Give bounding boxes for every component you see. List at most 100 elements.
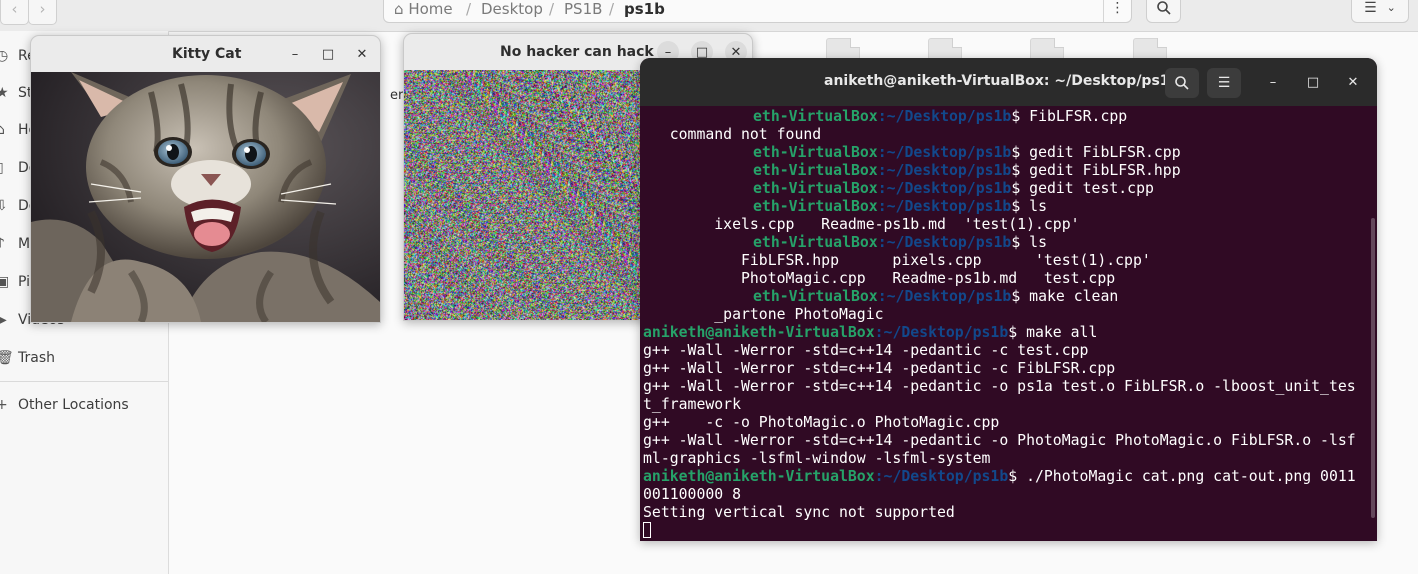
prompt-user: aniketh@aniketh-VirtualBox — [643, 468, 875, 485]
documents-icon: ▯ — [0, 160, 12, 176]
prompt-user: eth-VirtualBox — [753, 288, 878, 305]
prompt-path: :~/Desktop/ps1b — [877, 234, 1012, 251]
maximize-icon: □ — [321, 46, 335, 62]
close-icon: ✕ — [356, 46, 368, 62]
breadcrumb-ps1b-upper[interactable]: PS1B — [564, 0, 602, 18]
prompt-command: $ gedit test.cpp — [1011, 180, 1154, 197]
window-title: Kitty Cat — [172, 46, 242, 62]
terminal-line: g++ -Wall -Werror -std=c++14 -pedantic -… — [643, 342, 1373, 360]
chevron-left-icon: ‹ — [11, 0, 18, 18]
path-bar: ⌂ Home / Desktop / PS1B / ps1b ⋮ — [383, 0, 1132, 23]
terminal-line: ml-graphics -lsfml-window -lsfml-system — [643, 450, 1373, 468]
close-button[interactable]: ✕ — [1341, 70, 1365, 94]
terminal-line: aniketh@aniketh-VirtualBox:~/Desktop/ps1… — [643, 468, 1373, 486]
back-button[interactable]: ‹ — [0, 0, 29, 25]
output-text: command not found — [643, 126, 822, 143]
kitten-image — [31, 72, 380, 322]
maximize-button[interactable]: □ — [1301, 70, 1325, 94]
file-label: er — [390, 88, 404, 103]
prompt-command: $ ls — [1011, 234, 1047, 251]
terminal-line: 001100000 8 — [643, 486, 1373, 504]
maximize-icon: □ — [1306, 74, 1320, 90]
minimize-icon: – — [291, 46, 299, 62]
hamburger-menu-icon: ☰ — [1217, 75, 1231, 91]
search-icon — [1156, 0, 1171, 15]
breadcrumb-separator: / — [609, 0, 615, 18]
prompt-path: :~/Desktop/ps1b — [877, 108, 1012, 125]
kitty-titlebar[interactable]: Kitty Cat – □ ✕ — [31, 36, 380, 72]
prompt-path: :~/Desktop/ps1b — [874, 324, 1009, 341]
terminal-scrollbar[interactable] — [1371, 218, 1375, 518]
kebab-menu-icon: ⋮ — [1110, 0, 1125, 16]
prompt-user: aniketh@aniketh-VirtualBox — [643, 324, 875, 341]
prompt-command: $ make clean — [1011, 288, 1119, 305]
close-button[interactable]: ✕ — [350, 42, 374, 66]
download-icon: ⇩ — [0, 197, 8, 214]
minimize-icon: – — [1269, 74, 1277, 90]
path-menu-button[interactable]: ⋮ — [1103, 0, 1131, 22]
terminal-line: eth-VirtualBox:~/Desktop/ps1b$ gedit Fib… — [643, 162, 1373, 180]
breadcrumb-ps1b-current[interactable]: ps1b — [624, 0, 665, 18]
minimize-button[interactable]: – — [1261, 70, 1285, 94]
breadcrumb-home[interactable]: ⌂ Home — [394, 0, 453, 18]
terminal-line: eth-VirtualBox:~/Desktop/ps1b$ FibLFSR.c… — [643, 108, 1373, 126]
prompt-user: eth-VirtualBox — [753, 234, 878, 251]
prompt-command: $ ./PhotoMagic cat.png cat-out.png 0011 — [1008, 468, 1356, 485]
prompt-command: $ gedit FibLFSR.cpp — [1011, 144, 1181, 161]
sidebar-item-trash[interactable]: 🗑 Trash — [0, 339, 168, 376]
prompt-path: :~/Desktop/ps1b — [877, 162, 1012, 179]
prompt-path: :~/Desktop/ps1b — [877, 144, 1012, 161]
terminal-line: eth-VirtualBox:~/Desktop/ps1b$ make clea… — [643, 288, 1373, 306]
sidebar-item-other-locations[interactable]: + Other Locations — [0, 386, 168, 423]
maximize-button[interactable]: □ — [316, 42, 340, 66]
prompt-path: :~/Desktop/ps1b — [877, 288, 1012, 305]
close-icon: ✕ — [1347, 74, 1359, 90]
list-view-icon: ☰ — [1364, 0, 1377, 16]
window-title: aniketh@aniketh-VirtualBox: ~/Desktop/ps… — [824, 73, 1180, 89]
terminal-menu-button[interactable]: ☰ — [1207, 68, 1241, 98]
chevron-down-icon: ⌄ — [1386, 1, 1396, 14]
trash-icon: 🗑 — [0, 349, 14, 366]
output-text: _partone PhotoMagic — [643, 306, 884, 323]
output-text: g++ -Wall -Werror -std=c++14 -pedantic -… — [643, 342, 1089, 359]
output-text: t_framework — [643, 396, 741, 413]
prompt-path: :~/Desktop/ps1b — [877, 180, 1012, 197]
terminal-line: aniketh@aniketh-VirtualBox:~/Desktop/ps1… — [643, 324, 1373, 342]
prompt-user: eth-VirtualBox — [753, 144, 878, 161]
terminal-line: _partone PhotoMagic — [643, 306, 1373, 324]
terminal-search-button[interactable] — [1165, 68, 1199, 98]
output-text: g++ -Wall -Werror -std=c++14 -pedantic -… — [643, 360, 1116, 377]
output-text: ml-graphics -lsfml-window -lsfml-system — [643, 450, 991, 467]
terminal-line: eth-VirtualBox:~/Desktop/ps1b$ gedit Fib… — [643, 144, 1373, 162]
terminal-window: aniketh@aniketh-VirtualBox: ~/Desktop/ps… — [640, 58, 1377, 541]
breadcrumb-separator: / — [466, 0, 472, 18]
prompt-path: :~/Desktop/ps1b — [874, 468, 1009, 485]
home-icon: ⌂ — [0, 121, 5, 138]
breadcrumb-desktop[interactable]: Desktop — [481, 0, 543, 18]
output-text: FibLFSR.hpp pixels.cpp 'test(1).cpp' — [643, 252, 1151, 269]
plus-icon: + — [0, 396, 8, 413]
terminal-titlebar[interactable]: aniketh@aniketh-VirtualBox: ~/Desktop/ps… — [640, 58, 1377, 106]
minimize-button[interactable]: – — [283, 42, 307, 66]
terminal-line: PhotoMagic.cpp Readme-ps1b.md test.cpp — [643, 270, 1373, 288]
terminal-output[interactable]: eth-VirtualBox:~/Desktop/ps1b$ FibLFSR.c… — [643, 108, 1373, 538]
star-icon: ★ — [0, 84, 9, 101]
output-text: g++ -Wall -Werror -std=c++14 -pedantic -… — [643, 378, 1356, 395]
output-text: ixels.cpp Readme-ps1b.md 'test(1).cpp' — [643, 216, 1080, 233]
output-text: PhotoMagic.cpp Readme-ps1b.md test.cpp — [643, 270, 1116, 287]
terminal-line: Setting vertical sync not supported — [643, 504, 1373, 522]
terminal-line: command not found — [643, 126, 1373, 144]
output-text: 001100000 8 — [643, 486, 741, 503]
output-text: g++ -Wall -Werror -std=c++14 -pedantic -… — [643, 432, 1356, 449]
text-cursor — [643, 522, 651, 538]
forward-button[interactable]: › — [28, 0, 57, 25]
terminal-line: g++ -Wall -Werror -std=c++14 -pedantic -… — [643, 378, 1373, 396]
view-options-button[interactable]: ☰ ⌄ — [1351, 0, 1409, 23]
search-button[interactable] — [1146, 0, 1181, 23]
terminal-line: eth-VirtualBox:~/Desktop/ps1b$ ls — [643, 234, 1373, 252]
prompt-user: eth-VirtualBox — [753, 198, 878, 215]
output-text: Setting vertical sync not supported — [643, 504, 955, 521]
prompt-path: :~/Desktop/ps1b — [877, 198, 1012, 215]
terminal-line: g++ -c -o PhotoMagic.o PhotoMagic.cpp — [643, 414, 1373, 432]
prompt-command: $ ls — [1011, 198, 1047, 215]
